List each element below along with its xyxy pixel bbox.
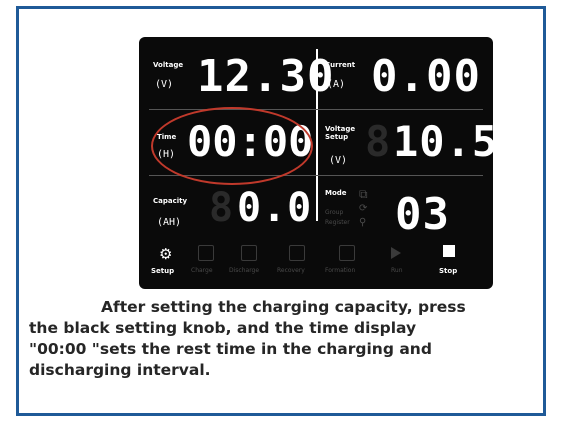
stop-button[interactable]: Stop [435, 245, 465, 279]
voltage-setup-unit: (V) [329, 155, 348, 166]
caption-line-3: "00:00 "sets the rest time in the chargi… [29, 340, 432, 358]
capacity-value: 0.0 [237, 185, 313, 231]
discharge-icon [241, 245, 257, 261]
mode-search-icon: ⚲ [359, 217, 367, 228]
setup-button[interactable]: ⚙ Setup [151, 245, 181, 279]
mode-value: 03 [395, 189, 450, 240]
discharge-mode-indicator: Discharge [229, 245, 269, 279]
stop-label: Stop [439, 267, 458, 275]
voltage-unit: (V) [155, 79, 174, 90]
formation-icon [339, 245, 355, 261]
mode-label: Mode [325, 189, 347, 197]
mode-group-icon: ⧉ [359, 187, 368, 201]
voltage-setup-label-line2: Setup [325, 133, 349, 141]
caption-line-2: the black setting knob, and the time dis… [29, 319, 417, 337]
mode-register-icon: ⟳ [359, 203, 368, 214]
capacity-label: Capacity [153, 197, 188, 205]
run-label: Run [391, 267, 403, 274]
current-value: 0.00 [371, 51, 481, 102]
caption-line-4: discharging interval. [29, 361, 211, 379]
mode-register-label: Register [325, 219, 350, 226]
charge-label: Charge [191, 267, 213, 274]
lcd-display: Voltage (V) 12.30 Current (A) 0.00 Time … [139, 37, 497, 289]
voltage-setup-label: Voltage Setup [325, 125, 355, 141]
recovery-label: Recovery [277, 267, 305, 274]
charge-mode-indicator: Charge [189, 245, 223, 279]
mode-group-label: Group [325, 209, 344, 216]
voltage-setup-ghost-digit: 8 [365, 117, 391, 166]
recovery-icon [289, 245, 305, 261]
run-button[interactable]: Run [383, 245, 413, 279]
content-frame: Voltage (V) 12.30 Current (A) 0.00 Time … [16, 6, 546, 416]
recovery-mode-indicator: Recovery [277, 245, 317, 279]
capacity-unit: (AH) [157, 217, 182, 228]
current-label: Current [325, 61, 356, 69]
setup-label: Setup [151, 267, 175, 275]
time-highlight-circle [151, 107, 313, 185]
stop-icon [443, 245, 455, 257]
formation-label: Formation [325, 267, 356, 274]
caption-line-1: After setting the charging capacity, pre… [101, 298, 466, 316]
voltage-value: 12.30 [197, 51, 335, 102]
gear-icon: ⚙ [159, 245, 173, 263]
instruction-caption: After setting the charging capacity, pre… [29, 297, 539, 381]
voltage-label: Voltage [153, 61, 184, 69]
play-icon [391, 247, 401, 259]
discharge-label: Discharge [229, 267, 260, 274]
charge-icon [198, 245, 214, 261]
capacity-ghost-digit: 8 [209, 185, 234, 231]
voltage-setup-label-line1: Voltage [325, 125, 356, 133]
current-unit: (A) [327, 79, 346, 90]
voltage-setup-value: 10.5 [393, 117, 499, 166]
formation-mode-indicator: Formation [325, 245, 369, 279]
